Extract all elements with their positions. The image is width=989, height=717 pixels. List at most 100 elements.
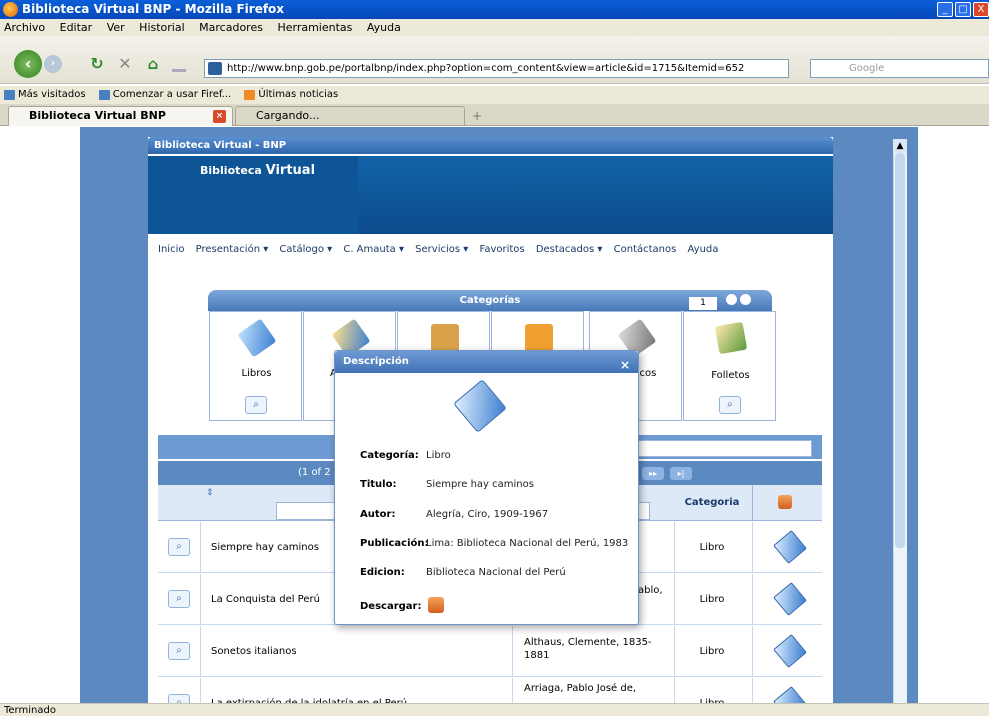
site-logo: Biblioteca Virtual [200,163,316,178]
window-title: Biblioteca Virtual BNP - Mozilla Firefox [22,2,285,16]
description-modal: Descripción × Categoría: Libro Titulo: Sie… [334,350,639,625]
download-icon[interactable] [428,597,444,613]
rss-icon [244,90,256,100]
row-category: Libro [699,542,725,553]
next-page-button[interactable]: ▸▸ [642,467,664,480]
back-button[interactable]: ‹ [14,50,42,78]
new-tab-button[interactable]: + [472,109,482,123]
field-publicacion: Publicación:Lima: Biblioteca Nacional de… [360,538,629,549]
row-author: Arriaga, Pablo José de, [524,683,637,694]
row-category: Libro [699,646,725,657]
category-folletos[interactable]: Folletos ⌕ [683,311,776,421]
menu-editar[interactable]: Editar [60,21,93,34]
search-icon[interactable]: ⌕ [719,396,741,414]
maximize-button[interactable]: □ [955,2,971,17]
tab-label: Biblioteca Virtual BNP [29,109,166,122]
scrollbar-thumb[interactable] [895,153,905,548]
row-title: La extirpación de la idolatría en el Per… [211,678,407,703]
url-text: http://www.bnp.gob.pe/portalbnp/index.ph… [227,63,745,74]
view-detail-button[interactable]: ⌕ [168,642,190,660]
close-icon[interactable]: × [620,354,630,376]
field-autor: Autor: Alegría, Ciro, 1909-1967 [360,509,549,520]
page-icon [98,90,110,100]
menu-historial[interactable]: Historial [139,21,184,34]
modal-title: Descripción [343,356,409,367]
search-icon[interactable]: ⌕ [245,396,267,414]
row-category: Libro [699,594,725,605]
view-detail-button[interactable]: ⌕ [168,694,190,703]
menu-inicio[interactable]: Inicio [158,244,184,255]
field-categoria: Categoría: Libro [360,450,451,461]
menu-archivo[interactable]: Archivo [4,21,45,34]
home-icon[interactable]: ⌂ [143,54,163,74]
bookmark-ultimas-noticias[interactable]: Últimas noticias [244,86,338,104]
page-select[interactable]: 1 [689,297,717,310]
bookmark-comenzar[interactable]: Comenzar a usar Firef... [98,86,231,104]
menu-destacados[interactable]: Destacados ▾ [536,244,603,255]
tab-bar: Biblioteca Virtual BNP × Cargando... + [0,104,989,126]
site-main-menu: Inicio Presentación ▾ Catálogo ▾ C. Amau… [148,234,833,266]
scroll-icon [431,324,459,352]
field-edicion: Edicion: Biblioteca Nacional del Perú [360,567,566,578]
menu-bar: Archivo Editar Ver Historial Marcadores … [0,19,989,36]
menu-amauta[interactable]: C. Amauta ▾ [343,244,404,255]
minimize-button[interactable]: _ [937,2,953,17]
tab-biblioteca[interactable]: Biblioteca Virtual BNP × [8,106,233,126]
menu-herramientas[interactable]: Herramientas [277,21,352,34]
book-icon [453,379,507,433]
close-tab-icon[interactable]: × [213,110,226,123]
table-row: ⌕ La extirpación de la idolatría en el P… [158,678,822,703]
table-search-input[interactable] [622,440,812,457]
bookmark-icon [4,90,15,100]
row-title: La Conquista del Perú [211,594,320,605]
download-header-icon [778,495,792,509]
reload-icon[interactable]: ↻ [87,54,107,74]
menu-ayuda[interactable]: Ayuda [367,21,401,34]
book-icon[interactable] [773,530,807,564]
menu-ver[interactable]: Ver [107,21,125,34]
stop-icon[interactable]: ✕ [115,54,135,74]
forward-button[interactable]: › [44,55,62,73]
scroll-up-icon[interactable]: ▲ [893,139,907,153]
menu-ayuda-site[interactable]: Ayuda [688,244,719,255]
brochure-icon [714,321,748,355]
bookmark-mas-visitados[interactable]: Más visitados [4,86,86,104]
menu-favoritos[interactable]: Favoritos [479,244,524,255]
view-detail-button[interactable]: ⌕ [168,538,190,556]
page-content: Biblioteca Virtual - BNP Biblioteca Virt… [0,127,989,703]
status-text: Terminado [4,705,56,716]
firefox-logo-icon [3,2,18,17]
book-icon[interactable] [773,634,807,668]
menu-contactanos[interactable]: Contáctanos [614,244,677,255]
modal-header: Descripción × [335,351,638,373]
view-detail-button[interactable]: ⌕ [168,590,190,608]
bookmarks-bar: Más visitados Comenzar a usar Firef... Ú… [0,86,989,104]
menu-catalogo[interactable]: Catálogo ▾ [279,244,332,255]
row-author: Althaus, Clemente, 1835-1881 [524,637,652,661]
column-header-categoria[interactable]: Categoria [674,485,750,521]
search-box[interactable]: Google [810,59,989,78]
menu-servicios[interactable]: Servicios ▾ [415,244,468,255]
next-page-icon[interactable] [740,294,751,305]
book-icon[interactable] [773,686,807,703]
row-category: Libro [674,678,750,703]
search-placeholder: Google [849,63,885,74]
url-bar[interactable]: http://www.bnp.gob.pe/portalbnp/index.ph… [204,59,789,78]
menu-marcadores[interactable]: Marcadores [199,21,263,34]
close-window-button[interactable]: X [973,2,989,17]
window-title-bar: Biblioteca Virtual BNP - Mozilla Firefox [0,0,989,19]
categories-header: Categorías [208,290,772,311]
table-row: ⌕ Sonetos italianos Althaus, Clemente, 1… [158,626,822,677]
row-title: Siempre hay caminos [211,542,319,553]
categories-pager: 1 [689,294,751,310]
field-titulo: Titulo: Siempre hay caminos [360,479,534,490]
category-libros[interactable]: Libros ⌕ [209,311,302,421]
field-descargar: Descargar: [360,601,422,612]
status-bar: Terminado [0,703,989,716]
sort-icon[interactable]: ⇕ [206,488,214,498]
prev-page-icon[interactable] [726,294,737,305]
last-page-button[interactable]: ▸| [670,467,692,480]
site-title: Biblioteca Virtual - BNP [148,137,833,154]
tab-cargando[interactable]: Cargando... [235,106,465,126]
menu-presentacion[interactable]: Presentación ▾ [196,244,269,255]
